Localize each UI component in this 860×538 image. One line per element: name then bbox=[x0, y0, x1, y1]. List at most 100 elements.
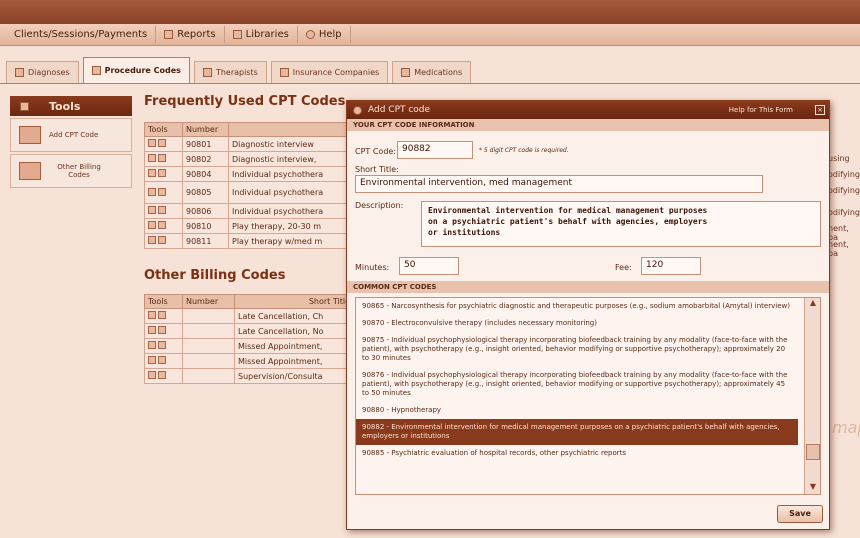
menu-help[interactable]: Help bbox=[298, 26, 351, 43]
list-item[interactable]: 90876 - Individual psychophysiological t… bbox=[356, 367, 798, 402]
list-item[interactable]: 90880 - Hypnotherapy bbox=[356, 402, 798, 419]
delete-icon[interactable] bbox=[158, 326, 166, 334]
scroll-thumb[interactable] bbox=[806, 444, 820, 460]
truncated-cell: odifying bbox=[828, 186, 860, 195]
table-row[interactable]: 90801 Diagnostic interview bbox=[144, 136, 354, 152]
tab-medications[interactable]: Medications bbox=[392, 61, 472, 83]
edit-icon[interactable] bbox=[148, 341, 156, 349]
delete-icon[interactable] bbox=[158, 187, 166, 196]
edit-icon[interactable] bbox=[148, 169, 156, 177]
list-item[interactable]: 90865 - Narcosynthesis for psychiatric d… bbox=[356, 298, 798, 315]
edit-icon[interactable] bbox=[148, 371, 156, 379]
tab-therapists-label: Therapists bbox=[215, 68, 258, 77]
table-row[interactable]: 90805 Individual psychothera bbox=[144, 181, 354, 204]
tab-therapists[interactable]: Therapists bbox=[193, 61, 267, 83]
code-number: 90801 bbox=[182, 136, 229, 152]
dialog-icon bbox=[353, 105, 362, 115]
edit-icon[interactable] bbox=[148, 221, 156, 229]
table-row[interactable]: Late Cancellation, No bbox=[144, 323, 354, 339]
procedure-codes-icon bbox=[91, 66, 101, 75]
list-item[interactable]: 90870 - Electroconvulsive therapy (inclu… bbox=[356, 315, 798, 332]
common-codes-header: COMMON CPT CODES bbox=[347, 281, 829, 293]
close-icon[interactable]: × bbox=[815, 105, 825, 115]
menu-reports[interactable]: Reports bbox=[156, 26, 225, 43]
tab-diagnoses[interactable]: Diagnoses bbox=[6, 61, 79, 83]
help-link[interactable]: Help for This Form bbox=[729, 106, 793, 114]
scroll-up-icon[interactable]: ▲ bbox=[805, 298, 820, 312]
menu-libraries[interactable]: Libraries bbox=[225, 26, 298, 43]
tools-title: Tools bbox=[49, 99, 81, 113]
table-row[interactable]: Missed Appointment, bbox=[144, 338, 354, 354]
scroll-down-icon[interactable]: ▼ bbox=[805, 482, 820, 494]
edit-icon[interactable] bbox=[148, 206, 156, 214]
tab-procedure-codes-label: Procedure Codes bbox=[104, 66, 181, 75]
reports-menu-label: Reports bbox=[177, 29, 216, 40]
number-column-header: Number bbox=[182, 294, 235, 309]
save-button[interactable]: Save bbox=[777, 505, 823, 523]
edit-icon[interactable] bbox=[148, 356, 156, 364]
medications-icon bbox=[401, 68, 411, 77]
list-item-selected[interactable]: 90882 - Environmental intervention for m… bbox=[356, 419, 798, 445]
table-row[interactable]: 90806 Individual psychothera bbox=[144, 203, 354, 219]
code-number bbox=[182, 323, 235, 339]
cpt-code-label: CPT Code: bbox=[355, 147, 397, 156]
delete-icon[interactable] bbox=[158, 221, 166, 229]
tab-procedure-codes[interactable]: Procedure Codes bbox=[82, 57, 190, 83]
table-row[interactable]: 90804 Individual psychothera bbox=[144, 166, 354, 182]
edit-icon[interactable] bbox=[148, 311, 156, 319]
code-number: 90806 bbox=[182, 203, 229, 219]
table-row[interactable]: 90811 Play therapy w/med m bbox=[144, 233, 354, 249]
list-item[interactable]: 90875 - Individual psychophysiological t… bbox=[356, 332, 798, 367]
delete-icon[interactable] bbox=[158, 371, 166, 379]
delete-icon[interactable] bbox=[158, 169, 166, 177]
insurance-icon bbox=[279, 68, 289, 77]
clients-menu-label: Clients/Sessions/Payments bbox=[14, 29, 148, 40]
common-codes-list[interactable]: 90865 - Narcosynthesis for psychiatric d… bbox=[355, 297, 821, 495]
tools-header: Tools bbox=[10, 96, 132, 116]
code-title: Individual psychothera bbox=[228, 203, 354, 219]
delete-icon[interactable] bbox=[158, 236, 166, 244]
help-icon bbox=[305, 30, 315, 39]
other-billing-codes-button[interactable]: Other Billing Codes bbox=[10, 154, 132, 188]
tab-insurance-label: Insurance Companies bbox=[292, 68, 380, 77]
delete-icon[interactable] bbox=[158, 206, 166, 214]
code-number: 90805 bbox=[182, 181, 229, 204]
add-cpt-dialog: Add CPT code Help for This Form × YOUR C… bbox=[346, 100, 830, 530]
edit-icon[interactable] bbox=[148, 326, 156, 334]
help-menu-label: Help bbox=[318, 29, 342, 40]
minutes-input[interactable]: 50 bbox=[399, 257, 459, 275]
delete-icon[interactable] bbox=[158, 356, 166, 364]
table-row[interactable]: Late Cancellation, Ch bbox=[144, 308, 354, 324]
description-textarea[interactable]: Environmental intervention for medical m… bbox=[421, 201, 821, 247]
fee-input[interactable]: 120 bbox=[641, 257, 701, 275]
delete-icon[interactable] bbox=[158, 311, 166, 319]
short-title-input[interactable]: Environmental intervention, med manageme… bbox=[355, 175, 763, 193]
truncated-cell: odifying bbox=[828, 170, 860, 179]
add-cpt-code-button[interactable]: Add CPT Code bbox=[10, 118, 132, 152]
code-number: 90804 bbox=[182, 166, 229, 182]
code-title: Individual psychothera bbox=[228, 181, 354, 204]
edit-icon[interactable] bbox=[148, 154, 156, 162]
table-row[interactable]: Supervision/Consulta bbox=[144, 368, 354, 384]
description-label: Description: bbox=[355, 201, 404, 210]
list-scrollbar[interactable]: ▲ ▼ bbox=[804, 298, 820, 494]
edit-icon[interactable] bbox=[148, 187, 156, 196]
edit-icon[interactable] bbox=[148, 236, 156, 244]
menu-clients[interactable]: Clients/Sessions/Payments bbox=[6, 26, 157, 43]
delete-icon[interactable] bbox=[158, 341, 166, 349]
tools-column-header: Tools bbox=[144, 122, 183, 137]
edit-icon[interactable] bbox=[148, 139, 156, 147]
code-title: Diagnostic interview bbox=[228, 136, 354, 152]
tab-insurance-companies[interactable]: Insurance Companies bbox=[270, 61, 389, 83]
cpt-code-input[interactable]: 90882 bbox=[397, 141, 473, 159]
table-row[interactable]: Missed Appointment, bbox=[144, 353, 354, 369]
table-header: Tools Number bbox=[144, 122, 354, 137]
list-item[interactable]: 90885 - Psychiatric evaluation of hospit… bbox=[356, 445, 798, 462]
delete-icon[interactable] bbox=[158, 154, 166, 162]
code-number bbox=[182, 308, 235, 324]
table-row[interactable]: 90802 Diagnostic interview, bbox=[144, 151, 354, 167]
menu-bar: Clients/Sessions/Payments Reports Librar… bbox=[0, 24, 860, 46]
table-row[interactable]: 90810 Play therapy, 20-30 m bbox=[144, 218, 354, 234]
delete-icon[interactable] bbox=[158, 139, 166, 147]
code-title: Late Cancellation, Ch bbox=[234, 308, 354, 324]
